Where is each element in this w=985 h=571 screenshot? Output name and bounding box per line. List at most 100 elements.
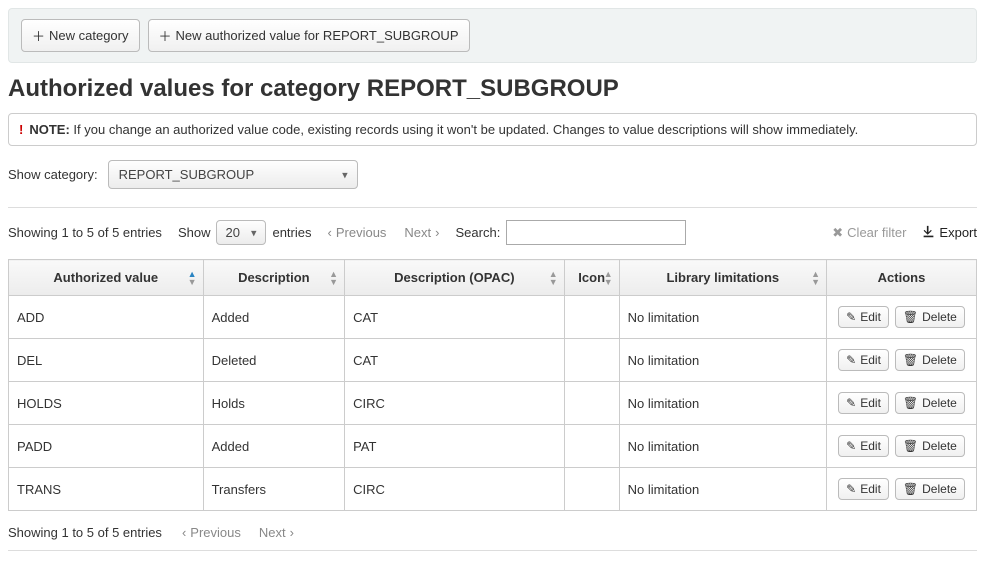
delete-button[interactable]: 🗑 Delete <box>895 435 965 457</box>
search-wrap: Search: <box>456 220 687 245</box>
edit-button[interactable]: ✎ Edit <box>838 392 889 414</box>
chevron-right-icon: › <box>290 525 294 540</box>
pencil-icon: ✎ <box>846 396 856 410</box>
cell-description-opac: CAT <box>345 296 565 339</box>
sort-icon: ▲▼ <box>329 270 338 286</box>
col-label: Description <box>238 270 310 285</box>
next-page[interactable]: Next › <box>404 225 439 240</box>
trash-icon: 🗑 <box>903 439 918 453</box>
export-label: Export <box>939 225 977 240</box>
plus-icon: ＋ <box>32 26 45 45</box>
col-description-opac[interactable]: Description (OPAC) ▲▼ <box>345 260 565 296</box>
cell-description-opac: CAT <box>345 339 565 382</box>
cell-authorized-value: ADD <box>9 296 204 339</box>
cell-library-limitations: No limitation <box>619 296 826 339</box>
next-page[interactable]: Next › <box>259 525 294 540</box>
cell-authorized-value: PADD <box>9 425 204 468</box>
table-top-bar: Showing 1 to 5 of 5 entries Show 20 ▾ en… <box>8 220 977 245</box>
new-authorized-value-button[interactable]: ＋ New authorized value for REPORT_SUBGRO… <box>148 19 470 52</box>
category-select-wrap: REPORT_SUBGROUP ▾ <box>108 160 358 189</box>
delete-button[interactable]: 🗑 Delete <box>895 478 965 500</box>
search-input[interactable] <box>506 220 686 245</box>
cell-icon <box>564 425 619 468</box>
previous-page[interactable]: ‹ Previous <box>182 525 241 540</box>
chevron-right-icon: › <box>435 225 439 240</box>
x-icon: ✖ <box>832 225 843 241</box>
table-header-row: Authorized value ▲▼ Description ▲▼ Descr… <box>9 260 977 296</box>
authorized-values-table: Authorized value ▲▼ Description ▲▼ Descr… <box>8 259 977 511</box>
delete-label: Delete <box>922 439 957 453</box>
toolbar: ＋ New category ＋ New authorized value fo… <box>8 8 977 63</box>
table-row: DELDeletedCAT No limitation ✎ Edit 🗑 Delete <box>9 339 977 382</box>
cell-description: Deleted <box>203 339 344 382</box>
cell-library-limitations: No limitation <box>619 382 826 425</box>
cell-authorized-value: HOLDS <box>9 382 204 425</box>
col-authorized-value[interactable]: Authorized value ▲▼ <box>9 260 204 296</box>
cell-library-limitations: No limitation <box>619 425 826 468</box>
page-length-select[interactable]: 20 <box>216 220 266 245</box>
col-library-limitations[interactable]: Library limitations ▲▼ <box>619 260 826 296</box>
previous-label: Previous <box>190 525 241 540</box>
cell-actions: ✎ Edit 🗑 Delete <box>827 425 977 468</box>
cell-actions: ✎ Edit 🗑 Delete <box>827 296 977 339</box>
new-av-label: New authorized value for REPORT_SUBGROUP <box>176 28 459 43</box>
cell-description: Added <box>203 425 344 468</box>
pencil-icon: ✎ <box>846 310 856 324</box>
note-label: NOTE: <box>29 122 69 137</box>
search-label: Search: <box>456 225 501 240</box>
delete-label: Delete <box>922 396 957 410</box>
new-category-label: New category <box>49 28 128 43</box>
col-icon[interactable]: Icon ▲▼ <box>564 260 619 296</box>
note-box: ! NOTE: If you change an authorized valu… <box>8 113 977 146</box>
cell-library-limitations: No limitation <box>619 468 826 511</box>
plus-icon: ＋ <box>159 26 172 45</box>
export-button[interactable]: Export <box>922 225 977 241</box>
note-text: If you change an authorized value code, … <box>73 122 858 137</box>
pager-top: ‹ Previous Next › <box>328 225 440 240</box>
cell-description: Holds <box>203 382 344 425</box>
cell-actions: ✎ Edit 🗑 Delete <box>827 468 977 511</box>
entries-label: entries <box>272 225 311 240</box>
page-title: Authorized values for category REPORT_SU… <box>8 75 977 103</box>
cell-description-opac: CIRC <box>345 468 565 511</box>
sort-icon: ▲▼ <box>811 270 820 286</box>
delete-button[interactable]: 🗑 Delete <box>895 349 965 371</box>
cell-authorized-value: DEL <box>9 339 204 382</box>
cell-icon <box>564 296 619 339</box>
cell-description: Transfers <box>203 468 344 511</box>
table-bottom-bar: Showing 1 to 5 of 5 entries ‹ Previous N… <box>8 525 977 540</box>
edit-button[interactable]: ✎ Edit <box>838 306 889 328</box>
col-label: Icon <box>578 270 605 285</box>
col-label: Library limitations <box>666 270 779 285</box>
edit-label: Edit <box>860 439 881 453</box>
delete-button[interactable]: 🗑 Delete <box>895 392 965 414</box>
previous-page[interactable]: ‹ Previous <box>328 225 387 240</box>
show-category-row: Show category: REPORT_SUBGROUP ▾ <box>8 160 977 189</box>
edit-button[interactable]: ✎ Edit <box>838 478 889 500</box>
cell-authorized-value: TRANS <box>9 468 204 511</box>
chevron-left-icon: ‹ <box>182 525 186 540</box>
edit-button[interactable]: ✎ Edit <box>838 435 889 457</box>
col-actions: Actions <box>827 260 977 296</box>
cell-description: Added <box>203 296 344 339</box>
next-label: Next <box>404 225 431 240</box>
trash-icon: 🗑 <box>903 396 918 410</box>
delete-label: Delete <box>922 482 957 496</box>
edit-label: Edit <box>860 353 881 367</box>
cell-description-opac: CIRC <box>345 382 565 425</box>
edit-label: Edit <box>860 396 881 410</box>
delete-button[interactable]: 🗑 Delete <box>895 306 965 328</box>
cell-actions: ✎ Edit 🗑 Delete <box>827 339 977 382</box>
cell-library-limitations: No limitation <box>619 339 826 382</box>
trash-icon: 🗑 <box>903 353 918 367</box>
col-description[interactable]: Description ▲▼ <box>203 260 344 296</box>
show-entries: Show 20 ▾ entries <box>178 220 312 245</box>
clear-filter-button[interactable]: ✖ Clear filter <box>832 225 906 241</box>
edit-label: Edit <box>860 482 881 496</box>
warning-icon: ! <box>19 122 23 137</box>
edit-button[interactable]: ✎ Edit <box>838 349 889 371</box>
separator <box>8 207 977 208</box>
delete-label: Delete <box>922 310 957 324</box>
new-category-button[interactable]: ＋ New category <box>21 19 140 52</box>
category-select[interactable]: REPORT_SUBGROUP <box>108 160 358 189</box>
